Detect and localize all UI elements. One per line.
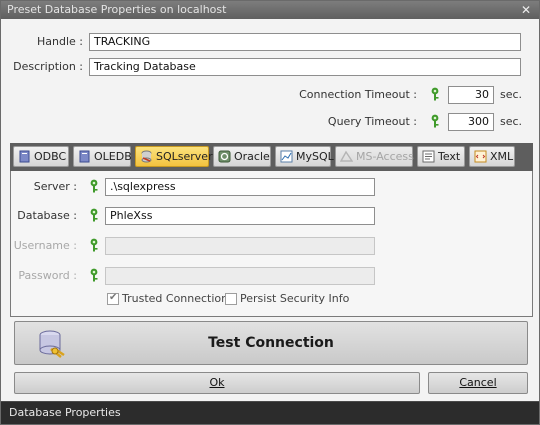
provider-tab-bar: ODBC OLEDB SQLserver Oracle MySQL MS-Acc… [10,143,533,171]
mysql-icon [280,150,293,163]
sqlserver-panel: Server : .\sqlexpress Database : PhleXss… [10,171,533,317]
query-timeout-unit: sec. [500,115,523,128]
test-connection-label: Test Connection [208,335,334,351]
oledb-icon [79,150,90,163]
key-icon [431,87,439,101]
status-bar: Database Properties [1,401,539,424]
tab-text[interactable]: Text [417,146,465,167]
server-input[interactable]: .\sqlexpress [105,178,375,196]
key-icon [90,268,98,282]
window-title: Preset Database Properties on localhost [7,3,227,16]
test-connection-button[interactable]: Test Connection [14,321,528,365]
status-text: Database Properties [9,406,121,419]
password-input[interactable] [105,267,375,285]
oracle-icon [218,150,231,163]
xml-icon [474,150,487,163]
ms-access-icon [340,150,353,162]
handle-label: Handle : [37,35,83,48]
tab-ms-access[interactable]: MS-Access [335,146,414,167]
tab-sqlserver[interactable]: SQLserver [135,146,213,167]
username-label: Username : [13,239,77,252]
description-input[interactable]: Tracking Database [89,58,521,76]
connection-timeout-label: Connection Timeout : [299,88,417,101]
database-input[interactable]: PhleXss [105,207,375,225]
persist-security-label: Persist Security Info [240,292,350,305]
connection-timeout-input[interactable]: 30 [448,86,494,104]
tab-oracle[interactable]: Oracle [213,146,271,167]
close-button[interactable]: ✕ [519,3,533,17]
password-label: Password : [18,269,77,282]
title-bar: Preset Database Properties on localhost [1,1,539,19]
odbc-icon [19,150,30,163]
query-timeout-input[interactable]: 300 [448,113,494,131]
key-icon [90,208,98,222]
query-timeout-label: Query Timeout : [327,115,417,128]
trusted-connection-checkbox[interactable] [107,292,119,305]
text-icon [422,150,435,163]
connection-timeout-unit: sec. [500,88,523,101]
description-label: Description : [13,60,83,73]
tab-odbc[interactable]: ODBC [13,146,69,167]
tab-mysql[interactable]: MySQL [275,146,334,167]
sqlserver-icon [141,150,152,163]
username-input[interactable] [105,237,375,255]
key-icon [431,114,439,128]
cancel-button[interactable]: Cancel [428,372,528,394]
persist-security-checkbox[interactable] [225,293,237,305]
dialog-window: Preset Database Properties on localhost … [0,0,540,425]
key-icon [90,238,98,252]
tab-xml[interactable]: XML [469,146,515,167]
tab-oledb[interactable]: OLEDB [73,146,132,167]
key-icon [90,179,98,193]
server-label: Server : [33,180,77,193]
trusted-connection-label: Trusted Connection [122,292,229,305]
database-label: Database : [17,209,77,222]
ok-button[interactable]: Ok [14,372,420,394]
handle-input[interactable]: TRACKING [89,33,521,51]
